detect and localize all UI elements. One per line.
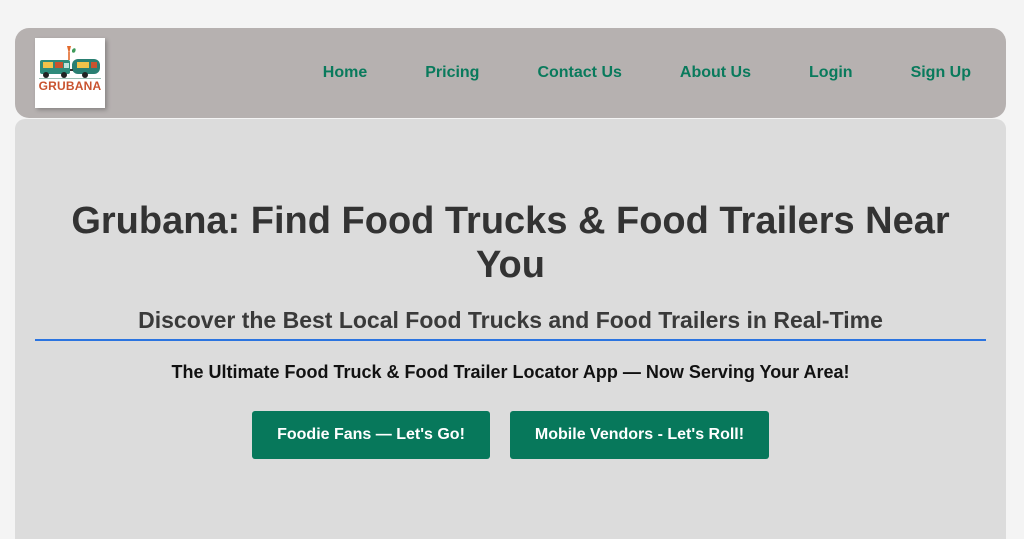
nav-signup-link[interactable]: Sign Up — [911, 64, 971, 82]
hero-section: Grubana: Find Food Trucks & Food Trailer… — [15, 119, 1006, 539]
nav-about-link[interactable]: About Us — [680, 64, 751, 82]
nav-home-link[interactable]: Home — [323, 64, 367, 82]
navbar: GRUBANA Home Pricing Contact Us About Us… — [15, 28, 1006, 118]
hero-title: Grubana: Find Food Trucks & Food Trailer… — [71, 200, 950, 286]
mobile-vendors-button[interactable]: Mobile Vendors - Let's Roll! — [510, 411, 769, 459]
hero-divider — [35, 339, 986, 341]
grubana-logo[interactable]: GRUBANA — [35, 38, 105, 108]
nav-login-link[interactable]: Login — [809, 64, 853, 82]
hero-tagline: The Ultimate Food Truck & Food Trailer L… — [171, 362, 850, 382]
main-nav: Home Pricing Contact Us About Us Login S… — [323, 28, 971, 118]
hero-subtitle: Discover the Best Local Food Trucks and … — [138, 307, 883, 333]
food-truck-logo-icon — [39, 46, 101, 79]
cta-row: Foodie Fans — Let's Go! Mobile Vendors -… — [15, 411, 1006, 459]
nav-contact-link[interactable]: Contact Us — [537, 64, 621, 82]
logo-text: GRUBANA — [38, 79, 102, 93]
nav-pricing-link[interactable]: Pricing — [425, 64, 479, 82]
foodie-fans-button[interactable]: Foodie Fans — Let's Go! — [252, 411, 490, 459]
